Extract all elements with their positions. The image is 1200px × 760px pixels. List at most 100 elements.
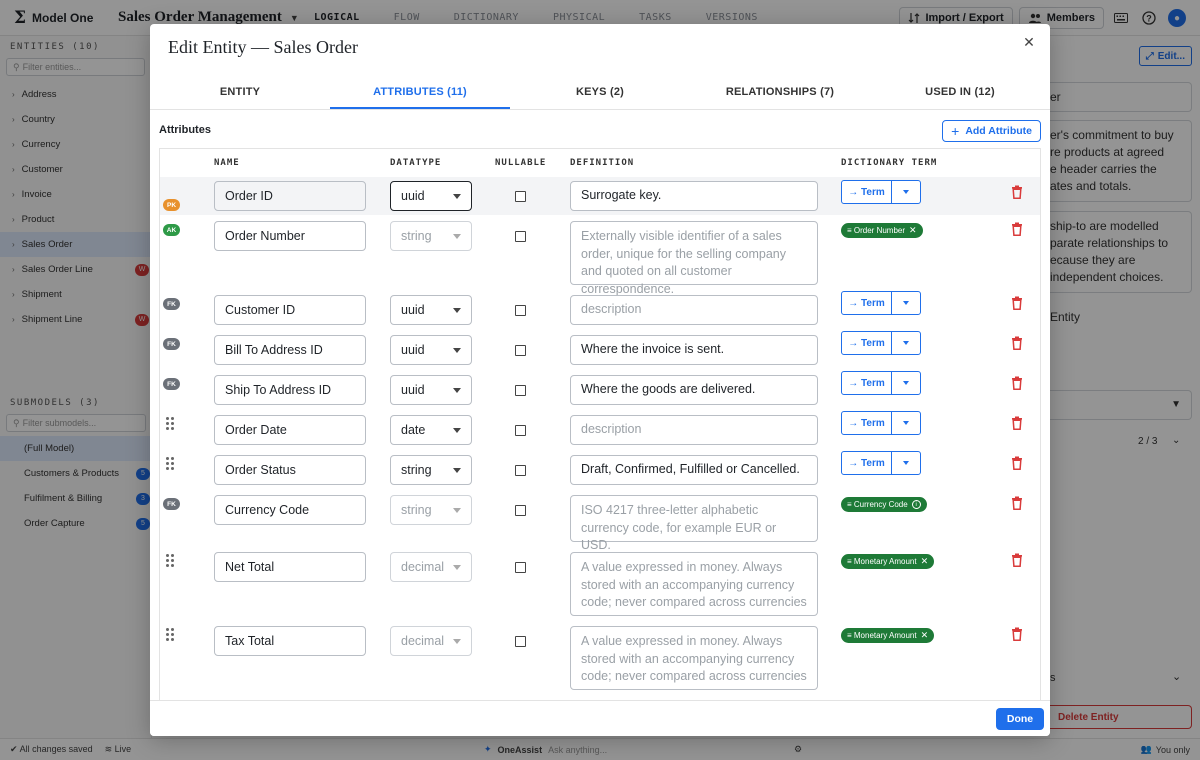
trash-icon[interactable]	[1011, 416, 1023, 430]
trash-icon[interactable]	[1011, 376, 1023, 390]
datatype-value: string	[401, 503, 432, 517]
definition-input[interactable]: Where the goods are delivered.	[570, 375, 818, 405]
term-dropdown-button[interactable]	[892, 292, 920, 314]
fk-key-badge: FK	[163, 498, 180, 510]
tab-attributes[interactable]: ATTRIBUTES (11)	[330, 78, 510, 109]
tab-keys[interactable]: KEYS (2)	[510, 78, 690, 109]
trash-icon[interactable]	[1011, 456, 1023, 470]
close-icon[interactable]: ✕	[921, 630, 929, 641]
caret-down-icon	[903, 341, 909, 345]
trash-icon[interactable]	[1011, 553, 1023, 567]
datatype-select[interactable]: uuid	[390, 375, 472, 405]
term-dropdown-button[interactable]	[892, 372, 920, 394]
caret-down-icon	[453, 565, 461, 570]
attribute-name-input[interactable]: Order Date	[214, 415, 366, 445]
definition-input[interactable]: ISO 4217 three-letter alphabetic currenc…	[570, 495, 818, 552]
term-button-group: → Term	[841, 371, 921, 395]
add-term-button[interactable]: → Term	[842, 292, 892, 314]
definition-input[interactable]: A value expressed in money. Always store…	[570, 626, 818, 690]
col-nullable: NULLABLE	[495, 158, 547, 168]
datatype-select[interactable]: decimal	[390, 626, 472, 656]
dialog-footer: Done	[150, 700, 1050, 736]
col-definition: DEFINITION	[570, 158, 635, 168]
close-icon[interactable]: ✕	[909, 225, 917, 236]
attribute-name-input[interactable]: Tax Total	[214, 626, 366, 656]
datatype-select[interactable]: uuid	[390, 181, 472, 211]
attribute-name-input[interactable]: Ship To Address ID	[214, 375, 366, 405]
trash-icon[interactable]	[1011, 222, 1023, 236]
definition-input[interactable]: description	[570, 295, 818, 325]
caret-down-icon	[453, 308, 461, 313]
datatype-select[interactable]: uuid	[390, 295, 472, 325]
tab-entity[interactable]: ENTITY	[150, 78, 330, 109]
datatype-select[interactable]: string	[390, 455, 472, 485]
attribute-name-input[interactable]: Customer ID	[214, 295, 366, 325]
datatype-select[interactable]: date	[390, 415, 472, 445]
caret-down-icon	[453, 388, 461, 393]
add-term-button[interactable]: → Term	[842, 452, 892, 474]
trash-icon[interactable]	[1011, 627, 1023, 641]
drag-handle-icon[interactable]	[166, 628, 174, 641]
datatype-select[interactable]: string	[390, 221, 472, 251]
attribute-name-input[interactable]: Net Total	[214, 552, 366, 582]
info-icon[interactable]: i	[911, 500, 921, 509]
add-term-button[interactable]: → Term	[842, 412, 892, 434]
nullable-checkbox[interactable]	[515, 191, 526, 202]
nullable-checkbox[interactable]	[515, 231, 526, 242]
add-attribute-button[interactable]: + Add Attribute	[942, 120, 1041, 142]
nullable-checkbox[interactable]	[515, 385, 526, 396]
add-term-button[interactable]: → Term	[842, 332, 892, 354]
attribute-row: PK Order ID uuid Surrogate key. → Term	[160, 177, 1040, 215]
attribute-name-input[interactable]: Order Number	[214, 221, 366, 251]
dictionary-term-chip[interactable]: ≡ Order Number ✕	[841, 223, 923, 238]
datatype-value: uuid	[401, 383, 425, 397]
definition-input[interactable]: description	[570, 415, 818, 445]
term-dropdown-button[interactable]	[892, 452, 920, 474]
trash-icon[interactable]	[1011, 185, 1023, 199]
add-term-button[interactable]: → Term	[842, 181, 892, 203]
close-icon[interactable]: ✕	[1020, 34, 1038, 52]
datatype-value: decimal	[401, 634, 445, 648]
term-dropdown-button[interactable]	[892, 332, 920, 354]
caret-down-icon	[903, 421, 909, 425]
term-dropdown-button[interactable]	[892, 181, 920, 203]
datatype-select[interactable]: uuid	[390, 335, 472, 365]
definition-input[interactable]: Draft, Confirmed, Fulfilled or Cancelled…	[570, 455, 818, 485]
nullable-checkbox[interactable]	[515, 562, 526, 573]
dialog-tabs: ENTITY ATTRIBUTES (11) KEYS (2) RELATIONSHI…	[150, 78, 1050, 110]
dictionary-term-chip[interactable]: ≡ Monetary Amount ✕	[841, 554, 935, 569]
drag-handle-icon[interactable]	[166, 457, 174, 470]
tab-relationships[interactable]: RELATIONSHIPS (7)	[690, 78, 870, 109]
nullable-checkbox[interactable]	[515, 345, 526, 356]
attribute-row: Order Date date description → Term	[160, 411, 1040, 451]
definition-input[interactable]: Where the invoice is sent.	[570, 335, 818, 365]
definition-input[interactable]: Surrogate key.	[570, 181, 818, 211]
trash-icon[interactable]	[1011, 336, 1023, 350]
nullable-checkbox[interactable]	[515, 425, 526, 436]
add-term-button[interactable]: → Term	[842, 372, 892, 394]
done-button[interactable]: Done	[996, 708, 1044, 730]
attribute-name-input[interactable]: Bill To Address ID	[214, 335, 366, 365]
dictionary-term-chip[interactable]: ≡ Monetary Amount ✕	[841, 628, 935, 643]
nullable-checkbox[interactable]	[515, 305, 526, 316]
datatype-select[interactable]: string	[390, 495, 472, 525]
add-attribute-label: Add Attribute	[965, 125, 1032, 137]
nullable-checkbox[interactable]	[515, 636, 526, 647]
attribute-name-input[interactable]: Order ID	[214, 181, 366, 211]
dictionary-term-chip[interactable]: ≡ Currency Code i	[841, 497, 927, 512]
datatype-select[interactable]: decimal	[390, 552, 472, 582]
definition-input[interactable]: A value expressed in money. Always store…	[570, 552, 818, 616]
nullable-checkbox[interactable]	[515, 505, 526, 516]
trash-icon[interactable]	[1011, 296, 1023, 310]
drag-handle-icon[interactable]	[166, 554, 174, 567]
close-icon[interactable]: ✕	[921, 556, 929, 567]
nullable-checkbox[interactable]	[515, 465, 526, 476]
drag-handle-icon[interactable]	[166, 417, 174, 430]
definition-input[interactable]: Externally visible identifier of a sales…	[570, 221, 818, 296]
attribute-name-input[interactable]: Currency Code	[214, 495, 366, 525]
col-datatype: DATATYPE	[390, 158, 442, 168]
attribute-name-input[interactable]: Order Status	[214, 455, 366, 485]
term-dropdown-button[interactable]	[892, 412, 920, 434]
tab-used[interactable]: USED IN (12)	[870, 78, 1050, 109]
trash-icon[interactable]	[1011, 496, 1023, 510]
